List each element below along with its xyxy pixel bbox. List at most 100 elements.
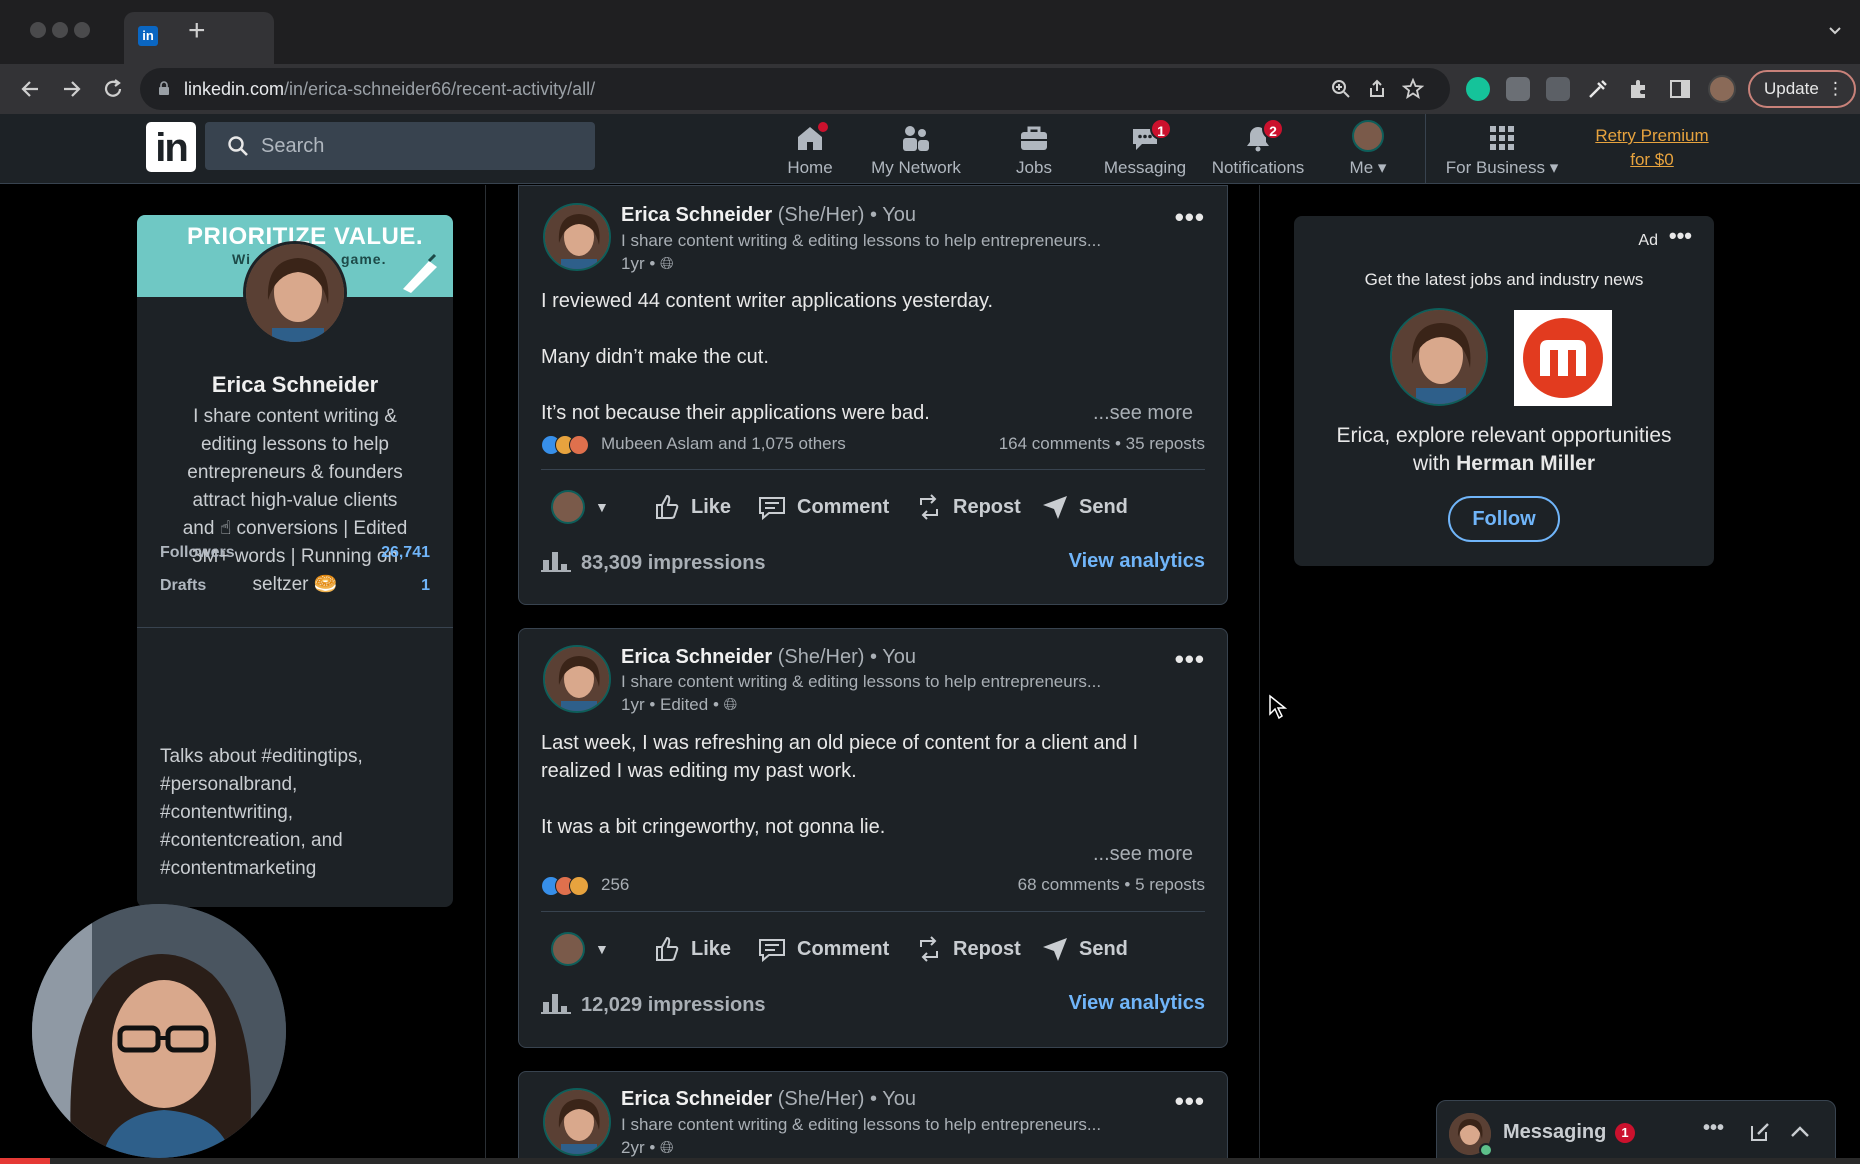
messaging-more-button[interactable]: ••• <box>1703 1118 1725 1143</box>
linkedin-logo[interactable]: in <box>146 122 196 172</box>
thumbs-up-icon <box>656 494 679 519</box>
nav-divider <box>1425 114 1426 184</box>
drafts-row[interactable]: Drafts 1 <box>160 577 430 595</box>
home-notification-dot <box>816 120 830 134</box>
profile-topics: Talks about #editingtips, #personalbrand… <box>160 746 363 879</box>
ad-label: Ad <box>1638 232 1658 249</box>
view-analytics-link[interactable]: View analytics <box>1069 550 1205 573</box>
comment-button[interactable]: Comment <box>757 924 889 974</box>
search-input[interactable]: Search <box>205 122 595 170</box>
like-button[interactable]: Like <box>653 924 731 974</box>
post-author-name[interactable]: Erica Schneider (She/Her) • You <box>621 204 916 227</box>
reaction-identity-selector[interactable]: ▼ <box>551 924 609 974</box>
chevron-down-icon: ▼ <box>595 941 609 957</box>
comments-reposts-count[interactable]: 68 comments • 5 reposts <box>1018 875 1205 895</box>
browser-tab-strip: in + <box>0 0 1860 64</box>
compose-icon[interactable] <box>1749 1121 1771 1143</box>
reload-icon[interactable] <box>100 76 126 102</box>
profile-avatar[interactable] <box>1708 75 1736 103</box>
post-author-avatar[interactable] <box>543 645 611 713</box>
post-text-line: Last week, I was refreshing an old piece… <box>541 732 1139 754</box>
chevron-down-icon: ▾ <box>1377 158 1387 177</box>
nav-my-network-label: My Network <box>871 158 961 177</box>
divider <box>137 627 453 628</box>
window-zoom-button[interactable] <box>74 22 90 38</box>
nav-me-label: Me ▾ <box>1349 158 1387 177</box>
messaging-label: Messaging <box>1503 1121 1607 1143</box>
view-analytics-link[interactable]: View analytics <box>1069 992 1205 1015</box>
send-button[interactable]: Send <box>1041 482 1128 532</box>
reactions-summary[interactable]: Mubeen Aslam and 1,075 others 164 commen… <box>541 434 1205 455</box>
post-more-options-button[interactable]: ••• <box>1175 1088 1205 1114</box>
ad-more-options-button[interactable]: ••• <box>1669 225 1692 247</box>
post-more-options-button[interactable]: ••• <box>1175 204 1205 230</box>
profile-photo[interactable] <box>243 241 347 345</box>
follow-button[interactable]: Follow <box>1448 496 1560 542</box>
back-arrow-icon[interactable] <box>18 76 44 102</box>
reaction-identity-selector[interactable]: ▼ <box>551 482 609 532</box>
extension-icon[interactable] <box>1506 77 1530 101</box>
lock-icon <box>159 81 169 95</box>
like-button[interactable]: Like <box>653 482 731 532</box>
puzzle-extensions-icon[interactable] <box>1626 77 1650 101</box>
zoom-icon[interactable] <box>1330 78 1352 100</box>
browser-toolbar: linkedin.com/in/erica-schneider66/recent… <box>0 64 1860 114</box>
see-more-link[interactable]: ...see more <box>1093 402 1193 425</box>
address-bar[interactable]: linkedin.com/in/erica-schneider66/recent… <box>140 68 1450 110</box>
post-meta: 2yr • 🌐︎ <box>621 1138 674 1157</box>
post-author-name[interactable]: Erica Schneider (She/Her) • You <box>621 1088 916 1111</box>
comment-button[interactable]: Comment <box>757 482 889 532</box>
see-more-link[interactable]: ...see more <box>1093 843 1193 866</box>
post-author-name[interactable]: Erica Schneider (She/Her) • You <box>621 646 916 669</box>
repost-button[interactable]: Repost <box>915 924 1021 974</box>
post-author-avatar[interactable] <box>543 1088 611 1156</box>
herman-miller-logo[interactable] <box>1514 310 1612 406</box>
nav-jobs[interactable]: Jobs <box>1006 118 1062 178</box>
post-author-avatar[interactable] <box>543 203 611 271</box>
tab-search-chevron-icon[interactable] <box>1828 24 1842 38</box>
profile-name[interactable]: Erica Schneider <box>137 372 453 398</box>
comments-reposts-count[interactable]: 164 comments • 35 reposts <box>999 434 1205 454</box>
nav-messaging[interactable]: 1 Messaging <box>1100 118 1190 178</box>
update-button[interactable]: Update ⋮ <box>1748 70 1856 108</box>
window-close-button[interactable] <box>30 22 46 38</box>
eyedropper-icon[interactable] <box>1586 77 1610 101</box>
video-progress-track <box>0 1158 1860 1164</box>
love-reaction-icon <box>569 434 589 455</box>
reactions-summary[interactable]: 256 68 comments • 5 reposts <box>541 875 1205 896</box>
send-icon <box>1043 496 1067 519</box>
nav-my-network[interactable]: My Network <box>866 118 966 178</box>
post-author-description: I share content writing & editing lesson… <box>621 231 1102 250</box>
globe-icon: 🌐︎ <box>723 695 738 714</box>
nav-notifications[interactable]: 2 Notifications <box>1206 118 1310 178</box>
grammarly-extension-icon[interactable] <box>1466 77 1490 101</box>
new-tab-button[interactable]: + <box>188 16 206 46</box>
nav-me[interactable]: Me ▾ <box>1340 118 1396 178</box>
nav-home[interactable]: Home <box>780 118 840 178</box>
window-minimize-button[interactable] <box>52 22 68 38</box>
ad-headline: Get the latest jobs and industry news <box>1364 270 1644 289</box>
send-button[interactable]: Send <box>1041 924 1128 974</box>
nav-messaging-label: Messaging <box>1103 158 1187 177</box>
forward-arrow-icon[interactable] <box>58 76 84 102</box>
grid-icon <box>1490 126 1514 150</box>
messaging-badge: 1 <box>1615 1123 1635 1143</box>
side-panel-icon[interactable] <box>1668 77 1692 101</box>
bookmark-star-icon[interactable] <box>1402 78 1424 100</box>
followers-row[interactable]: Followers 26,741 <box>160 544 430 562</box>
post-text-line: It was a bit cringeworthy, not gonna lie… <box>541 816 886 838</box>
repost-button[interactable]: Repost <box>915 482 1021 532</box>
extension-box-icon[interactable] <box>1546 77 1570 101</box>
url-text: linkedin.com/in/erica-schneider66/recent… <box>184 79 596 99</box>
messaging-overlay[interactable]: Messaging 1 ••• <box>1436 1100 1836 1164</box>
post-text-line: It’s not because their applications were… <box>541 402 930 424</box>
post-actions: ▼ Like Comment Repost Send <box>541 482 1205 532</box>
impressions-count: 12,029 impressions <box>581 994 766 1016</box>
avatar <box>551 932 585 966</box>
post-more-options-button[interactable]: ••• <box>1175 646 1205 672</box>
chevron-up-icon[interactable] <box>1789 1121 1811 1143</box>
retry-premium-link[interactable]: Retry Premium for $0 <box>1590 124 1714 172</box>
share-icon[interactable] <box>1366 78 1388 100</box>
ad-member-avatar <box>1390 308 1488 406</box>
nav-for-business[interactable]: For Business ▾ <box>1440 118 1564 178</box>
